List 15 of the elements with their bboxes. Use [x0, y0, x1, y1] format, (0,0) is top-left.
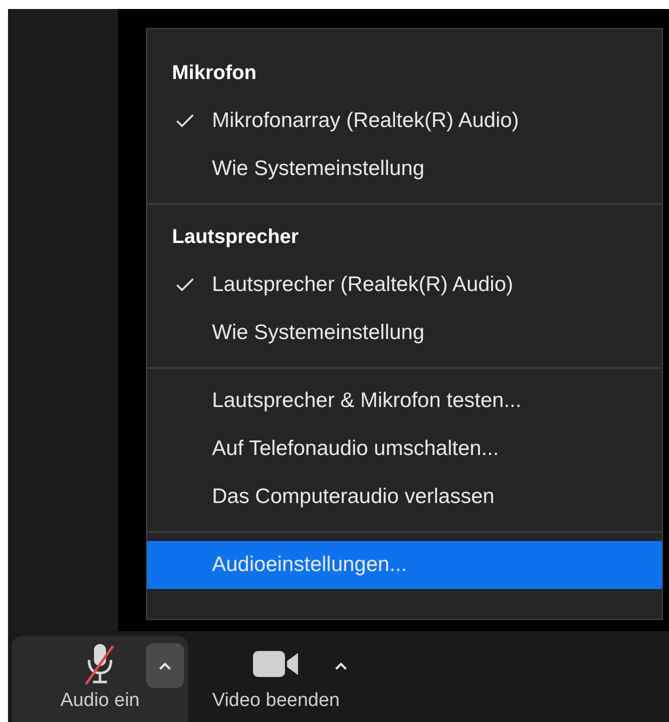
- menu-item[interactable]: Das Computeraudio verlassen: [147, 473, 662, 521]
- options-button[interactable]: [146, 643, 184, 688]
- menu-section-title: Lautsprecher: [171, 225, 300, 250]
- menu-item[interactable]: Lautsprecher & Mikrofon testen...: [147, 377, 662, 425]
- menu-item[interactable]: Audioeinstellungen...: [147, 541, 662, 589]
- menu-item[interactable]: Wie Systemeinstellung: [147, 145, 662, 193]
- menu-item[interactable]: Auf Telefonaudio umschalten...: [147, 425, 662, 473]
- caret-icon: [334, 660, 348, 670]
- toolbar-button-label[interactable]: Audio ein: [60, 690, 140, 712]
- menu-item[interactable]: Mikrofonarray (Realtek(R) Audio): [147, 97, 662, 145]
- menu-section-title: Mikrofon: [171, 61, 258, 86]
- menu-item[interactable]: Wie Systemeinstellung: [147, 309, 662, 357]
- caret-icon: [158, 660, 172, 670]
- menu-item[interactable]: Lautsprecher (Realtek(R) Audio): [147, 261, 662, 309]
- toolbar-button-label[interactable]: Video beenden: [212, 690, 340, 712]
